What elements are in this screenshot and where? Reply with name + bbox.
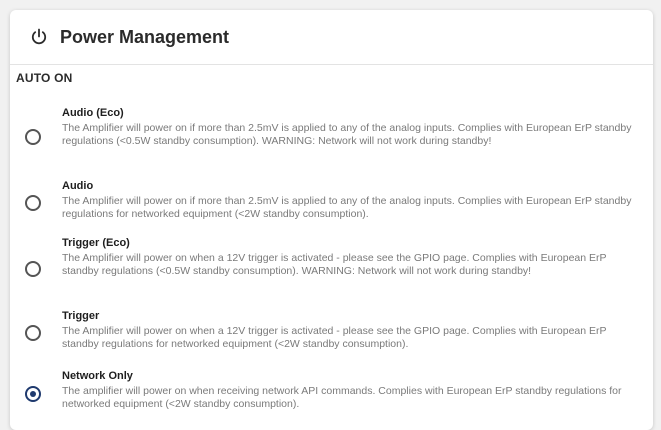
power-management-card: Power Management	[10, 10, 653, 430]
option-text: Trigger (Eco) The Amplifier will power o…	[62, 237, 632, 277]
option-text: Audio (Eco) The Amplifier will power on …	[62, 107, 632, 147]
radio-audio-eco[interactable]	[25, 129, 41, 145]
option-description: The amplifier will power on when receivi…	[62, 385, 622, 410]
option-description: The Amplifier will power on when a 12V t…	[62, 325, 607, 350]
option-text: Trigger The Amplifier will power on when…	[62, 310, 632, 350]
option-title: Network Only	[62, 370, 133, 382]
radio-trigger[interactable]	[25, 325, 41, 341]
option-description: The Amplifier will power on when a 12V t…	[62, 252, 607, 277]
page-title: Power Management	[60, 26, 230, 47]
option-title: Trigger (Eco)	[62, 237, 130, 249]
radio-network-only[interactable]	[25, 386, 41, 402]
option-title: Trigger	[62, 310, 100, 322]
radio-audio[interactable]	[25, 195, 41, 211]
option-text: Network Only The amplifier will power on…	[62, 370, 632, 410]
card-header: Power Management	[10, 10, 653, 65]
option-text: Audio The Amplifier will power on if mor…	[62, 180, 632, 220]
option-description: The Amplifier will power on if more than…	[62, 122, 632, 147]
radio-trigger-eco[interactable]	[25, 261, 41, 277]
section-label-auto-on: AUTO ON	[16, 71, 73, 85]
option-description: The Amplifier will power on if more than…	[62, 195, 632, 220]
radio-selected-dot	[30, 391, 36, 397]
power-icon	[30, 28, 48, 46]
option-title: Audio	[62, 180, 94, 192]
option-title: Audio (Eco)	[62, 107, 124, 119]
